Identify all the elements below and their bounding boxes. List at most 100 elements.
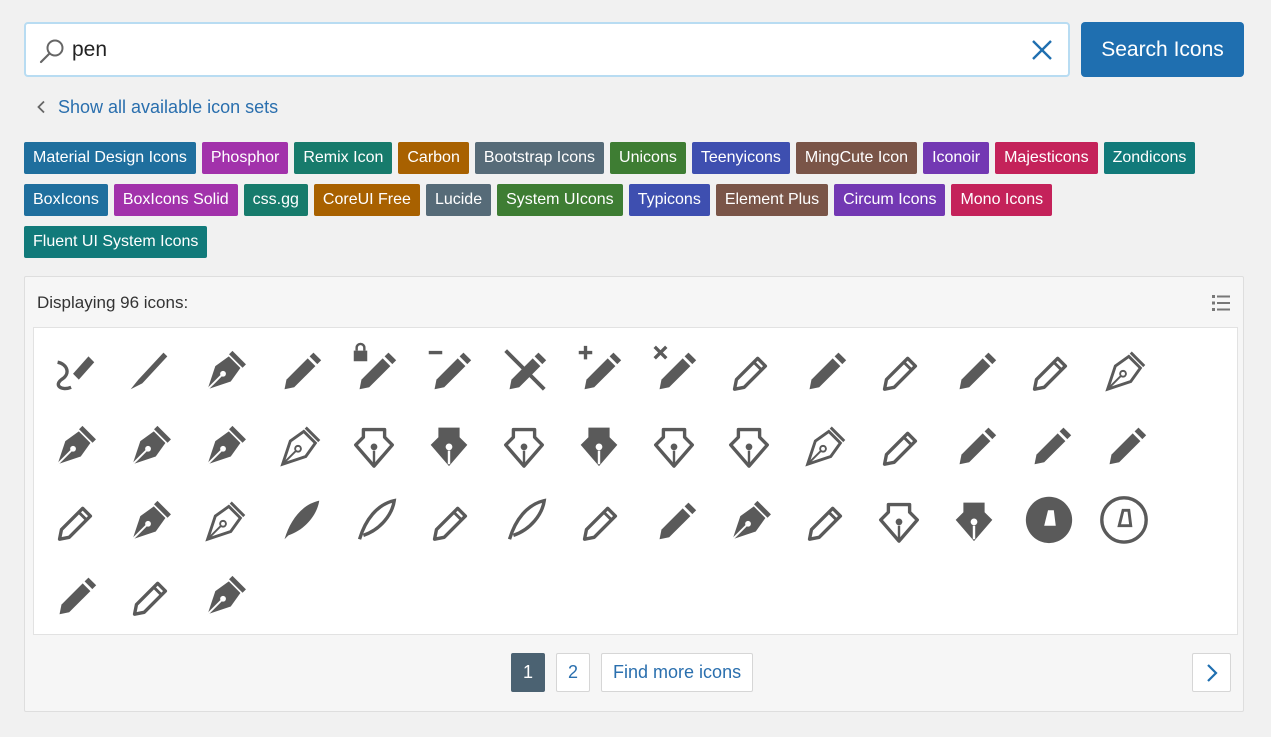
icon-result[interactable] [494, 413, 554, 473]
icon-result[interactable] [119, 563, 179, 623]
icon-set-tag[interactable]: Carbon [398, 142, 469, 174]
icon-result[interactable] [1094, 338, 1154, 398]
pencil-2-icon [807, 506, 843, 541]
icon-result[interactable] [269, 338, 329, 398]
icon-result[interactable] [1019, 488, 1079, 548]
icon-result[interactable] [344, 338, 404, 398]
icon-result[interactable] [869, 488, 929, 548]
icon-result[interactable] [44, 488, 104, 548]
icon-result[interactable] [1019, 413, 1079, 473]
search-box [24, 22, 1070, 77]
pen-clip-solid-icon [59, 577, 97, 615]
icon-result[interactable] [644, 338, 704, 398]
icon-set-tag[interactable]: Phosphor [201, 142, 289, 174]
search-icons-button[interactable]: Search Icons [1081, 22, 1244, 77]
icon-set-tag[interactable]: Unicons [610, 142, 686, 174]
icon-result[interactable] [719, 338, 779, 398]
icon-result[interactable] [194, 488, 254, 548]
icon-result[interactable] [569, 413, 629, 473]
icon-result[interactable] [794, 413, 854, 473]
find-more-icons-button[interactable]: Find more icons [601, 653, 754, 692]
fountain-pen-icon [353, 427, 395, 468]
icon-set-tag[interactable]: Element Plus [715, 184, 829, 216]
pencil-striped-icon [1034, 427, 1072, 465]
pen-nib-circle-solid-icon [56, 425, 96, 465]
icon-result[interactable] [119, 413, 179, 473]
pen-minus-icon [428, 350, 472, 390]
icon-result[interactable] [269, 488, 329, 548]
show-all-icon-sets-link[interactable]: Show all available icon sets [36, 96, 278, 118]
page-1-button[interactable]: 1 [511, 653, 546, 692]
next-page-button[interactable] [1192, 653, 1231, 692]
icon-set-tag[interactable]: Remix Icon [294, 142, 393, 174]
icon-result[interactable] [194, 413, 254, 473]
icon-set-tag[interactable]: Material Design Icons [24, 142, 196, 174]
search-input[interactable] [72, 34, 972, 66]
icon-result[interactable] [44, 338, 104, 398]
brush-icon [130, 352, 168, 390]
icon-result[interactable] [419, 488, 479, 548]
icon-result[interactable] [944, 413, 1004, 473]
icon-result[interactable] [119, 488, 179, 548]
icon-result[interactable] [944, 488, 1004, 548]
icon-set-tag[interactable]: Bootstrap Icons [474, 142, 605, 174]
pencil-bold-icon [959, 427, 997, 465]
icon-set-tag[interactable]: Mono Icons [951, 184, 1053, 216]
icon-result[interactable] [869, 413, 929, 473]
icon-result[interactable] [794, 488, 854, 548]
icon-set-tag[interactable]: System UIcons [497, 184, 623, 216]
icon-result[interactable] [719, 413, 779, 473]
icon-set-tag[interactable]: Fluent UI System Icons [24, 226, 208, 258]
icon-result[interactable] [344, 413, 404, 473]
icon-result[interactable] [419, 413, 479, 473]
icon-result[interactable] [494, 488, 554, 548]
icon-set-tag[interactable]: BoxIcons [24, 184, 108, 216]
icon-result[interactable] [569, 488, 629, 548]
pencil-thin-2-icon [882, 431, 918, 466]
list-view-icon[interactable] [1211, 293, 1231, 313]
pen-nib-vertical-fill-icon [955, 502, 993, 542]
icon-result[interactable] [119, 338, 179, 398]
page-2-button[interactable]: 2 [556, 653, 591, 692]
icon-result[interactable] [869, 338, 929, 398]
icon-set-tag[interactable]: Typicons [628, 184, 710, 216]
pen-squiggle-icon [56, 356, 95, 391]
icon-set-tag[interactable]: Teenyicons [691, 142, 790, 174]
icon-set-tag[interactable]: Circum Icons [834, 184, 946, 216]
quill-line-icon [357, 498, 397, 540]
icon-result[interactable] [719, 488, 779, 548]
search-row: Search Icons [24, 22, 1244, 77]
icon-result[interactable] [44, 413, 104, 473]
icon-set-tag[interactable]: Iconoir [923, 142, 990, 174]
pen-fill-clip-icon [659, 502, 697, 540]
results-count: Displaying 96 icons: [37, 293, 189, 312]
icon-set-tag[interactable]: Lucide [425, 184, 492, 216]
icon-result[interactable] [1019, 338, 1079, 398]
tag-row: Fluent UI System Icons [24, 226, 1244, 258]
icon-set-tag[interactable]: MingCute Icon [795, 142, 918, 174]
icon-set-filters: Material Design Icons Phosphor Remix Icon C… [24, 142, 1244, 268]
icon-result[interactable] [344, 488, 404, 548]
tag-row: Material Design Icons Phosphor Remix Icon C… [24, 142, 1244, 174]
icon-result[interactable] [194, 338, 254, 398]
icon-result[interactable] [44, 563, 104, 623]
icon-result[interactable] [1094, 413, 1154, 473]
icon-result[interactable] [1094, 488, 1154, 548]
icon-set-tag[interactable]: css.gg [243, 184, 308, 216]
icon-result[interactable] [494, 338, 554, 398]
icon-result[interactable] [644, 488, 704, 548]
icon-set-tag[interactable]: CoreUI Free [313, 184, 420, 216]
pen-tool-fill-icon [131, 500, 171, 540]
icon-result[interactable] [269, 413, 329, 473]
icon-set-tag[interactable]: BoxIcons Solid [113, 184, 238, 216]
icon-result[interactable] [794, 338, 854, 398]
icon-result[interactable] [944, 338, 1004, 398]
icon-result[interactable] [194, 563, 254, 623]
icon-set-tag[interactable]: Zondicons [1103, 142, 1196, 174]
fountain-pen-bold-icon [580, 427, 618, 467]
icon-result[interactable] [569, 338, 629, 398]
icon-result[interactable] [419, 338, 479, 398]
icon-result[interactable] [644, 413, 704, 473]
clear-icon[interactable] [1030, 38, 1054, 62]
icon-set-tag[interactable]: Majesticons [995, 142, 1098, 174]
